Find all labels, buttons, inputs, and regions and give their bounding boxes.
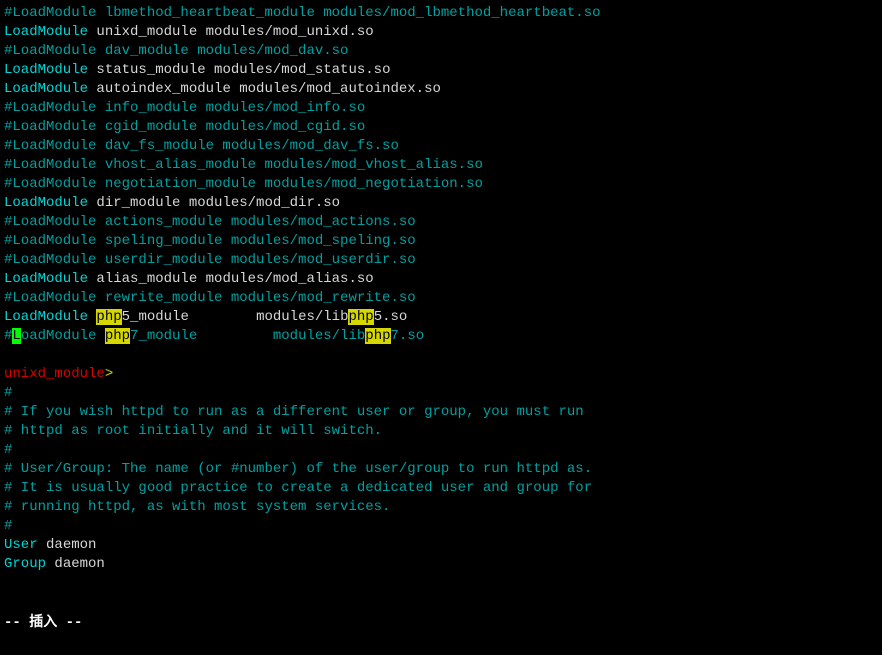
editor-line: # httpd as root initially and it will sw… xyxy=(4,422,878,441)
editor-line: #LoadModule actions_module modules/mod_a… xyxy=(4,213,878,232)
terminal-editor[interactable]: #LoadModule lbmethod_heartbeat_module mo… xyxy=(4,4,878,612)
vim-mode-status: -- 插入 -- xyxy=(4,614,878,633)
editor-line: #LoadModule speling_module modules/mod_s… xyxy=(4,232,878,251)
editor-line: #LoadModule rewrite_module modules/mod_r… xyxy=(4,289,878,308)
editor-line: # User/Group: The name (or #number) of t… xyxy=(4,460,878,479)
editor-line xyxy=(4,593,878,612)
editor-line: #LoadModule lbmethod_heartbeat_module mo… xyxy=(4,4,878,23)
editor-line: LoadModule alias_module modules/mod_alia… xyxy=(4,270,878,289)
cursor: L xyxy=(12,328,20,344)
editor-line: LoadModule unixd_module modules/mod_unix… xyxy=(4,23,878,42)
editor-line: # xyxy=(4,517,878,536)
editor-line: #LoadModule userdir_module modules/mod_u… xyxy=(4,251,878,270)
editor-line: LoadModule php5_module modules/libphp5.s… xyxy=(4,308,878,327)
editor-line: #LoadModule dav_fs_module modules/mod_da… xyxy=(4,137,878,156)
editor-line: LoadModule dir_module modules/mod_dir.so xyxy=(4,194,878,213)
editor-line: #LoadModule vhost_alias_module modules/m… xyxy=(4,156,878,175)
editor-line: # xyxy=(4,441,878,460)
editor-line: #LoadModule cgid_module modules/mod_cgid… xyxy=(4,118,878,137)
editor-line: #LoadModule php7_module modules/libphp7.… xyxy=(4,327,878,346)
editor-line: LoadModule autoindex_module modules/mod_… xyxy=(4,80,878,99)
editor-line: # xyxy=(4,384,878,403)
editor-line: User daemon xyxy=(4,536,878,555)
editor-line: unixd_module> xyxy=(4,365,878,384)
editor-line: #LoadModule negotiation_module modules/m… xyxy=(4,175,878,194)
editor-line: # running httpd, as with most system ser… xyxy=(4,498,878,517)
editor-line: # It is usually good practice to create … xyxy=(4,479,878,498)
editor-line xyxy=(4,346,878,365)
editor-line: LoadModule status_module modules/mod_sta… xyxy=(4,61,878,80)
editor-line: #LoadModule info_module modules/mod_info… xyxy=(4,99,878,118)
editor-line: # If you wish httpd to run as a differen… xyxy=(4,403,878,422)
editor-line xyxy=(4,574,878,593)
editor-line: #LoadModule dav_module modules/mod_dav.s… xyxy=(4,42,878,61)
editor-line: Group daemon xyxy=(4,555,878,574)
